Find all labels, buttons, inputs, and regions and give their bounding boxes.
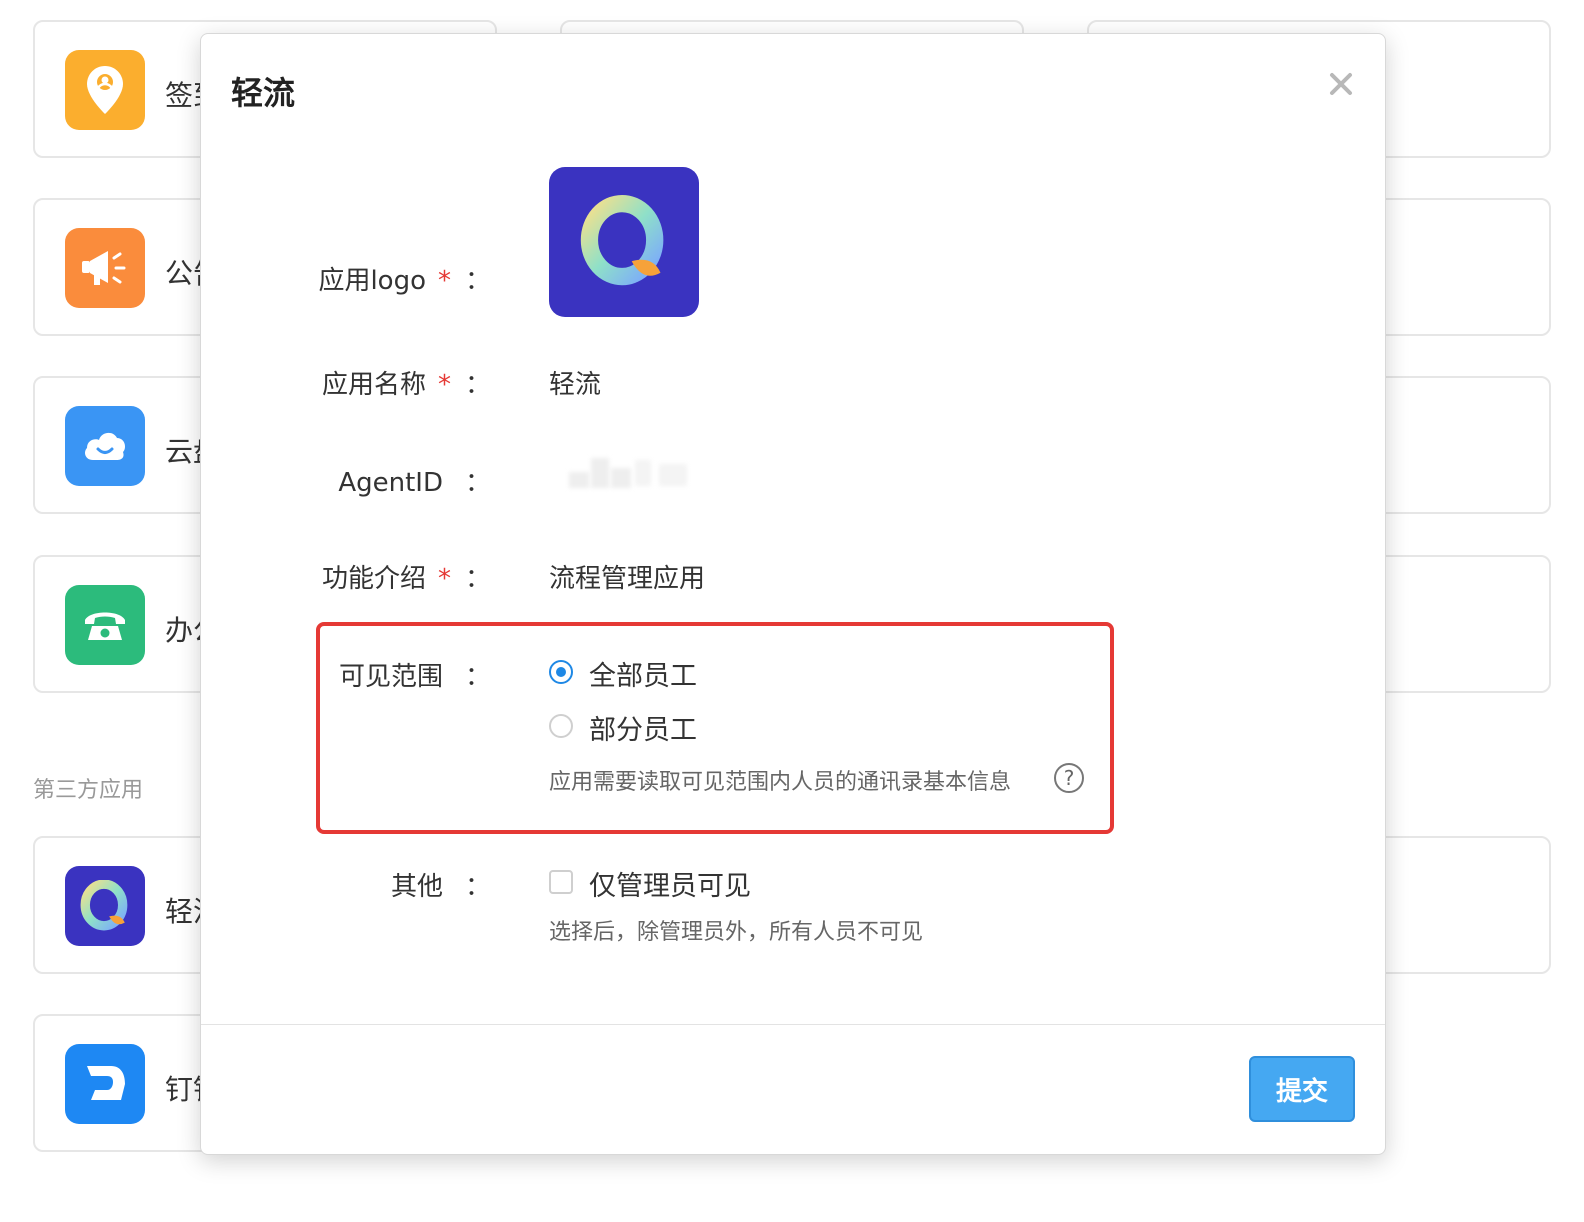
description-value: 流程管理应用 xyxy=(549,564,706,594)
other-label: 其他： xyxy=(390,872,491,902)
modal-title: 轻流 xyxy=(231,74,296,112)
admin-only-hint: 选择后，除管理员外，所有人员不可见 xyxy=(549,920,924,945)
megaphone-icon xyxy=(65,228,145,308)
location-icon xyxy=(65,50,145,130)
app-detail-modal: 轻流 应用logo *： 应用名称 *： 轻流 AgentID： 功能介绍 *： 流程… xyxy=(200,33,1386,1155)
dingtalk-icon xyxy=(65,1044,145,1124)
qingliu-logo-icon xyxy=(580,194,664,286)
radio-all-employees-label[interactable]: 全部员工 xyxy=(589,654,697,693)
app-name-value: 轻流 xyxy=(549,370,602,400)
cloud-icon xyxy=(65,406,145,486)
visibility-hint: 应用需要读取可见范围内人员的通讯录基本信息 xyxy=(549,770,1012,795)
visibility-label: 可见范围： xyxy=(338,662,491,692)
app-logo-image[interactable] xyxy=(549,167,699,317)
description-label: 功能介绍 *： xyxy=(321,564,491,594)
required-mark: * xyxy=(437,266,451,296)
radio-partial-employees-label[interactable]: 部分员工 xyxy=(589,708,697,747)
phone-icon xyxy=(65,585,145,665)
help-icon[interactable]: ? xyxy=(1054,763,1084,793)
agentid-label: AgentID： xyxy=(338,468,491,498)
required-mark: * xyxy=(437,564,451,594)
required-mark: * xyxy=(437,370,451,400)
radio-partial-employees[interactable] xyxy=(549,714,573,738)
name-label: 应用名称 *： xyxy=(321,370,491,400)
close-icon[interactable] xyxy=(1327,70,1355,98)
section-label-third-party: 第三方应用 xyxy=(33,778,144,803)
admin-only-checkbox[interactable] xyxy=(549,870,573,894)
agentid-value-blurred xyxy=(569,454,689,494)
qingliu-logo-icon xyxy=(65,866,145,946)
modal-footer-divider xyxy=(201,1024,1385,1025)
admin-only-label[interactable]: 仅管理员可见 xyxy=(589,864,751,903)
submit-button[interactable]: 提交 xyxy=(1249,1056,1355,1122)
logo-label: 应用logo *： xyxy=(318,266,491,296)
highlight-box xyxy=(316,622,1114,834)
radio-all-employees[interactable] xyxy=(549,660,573,684)
